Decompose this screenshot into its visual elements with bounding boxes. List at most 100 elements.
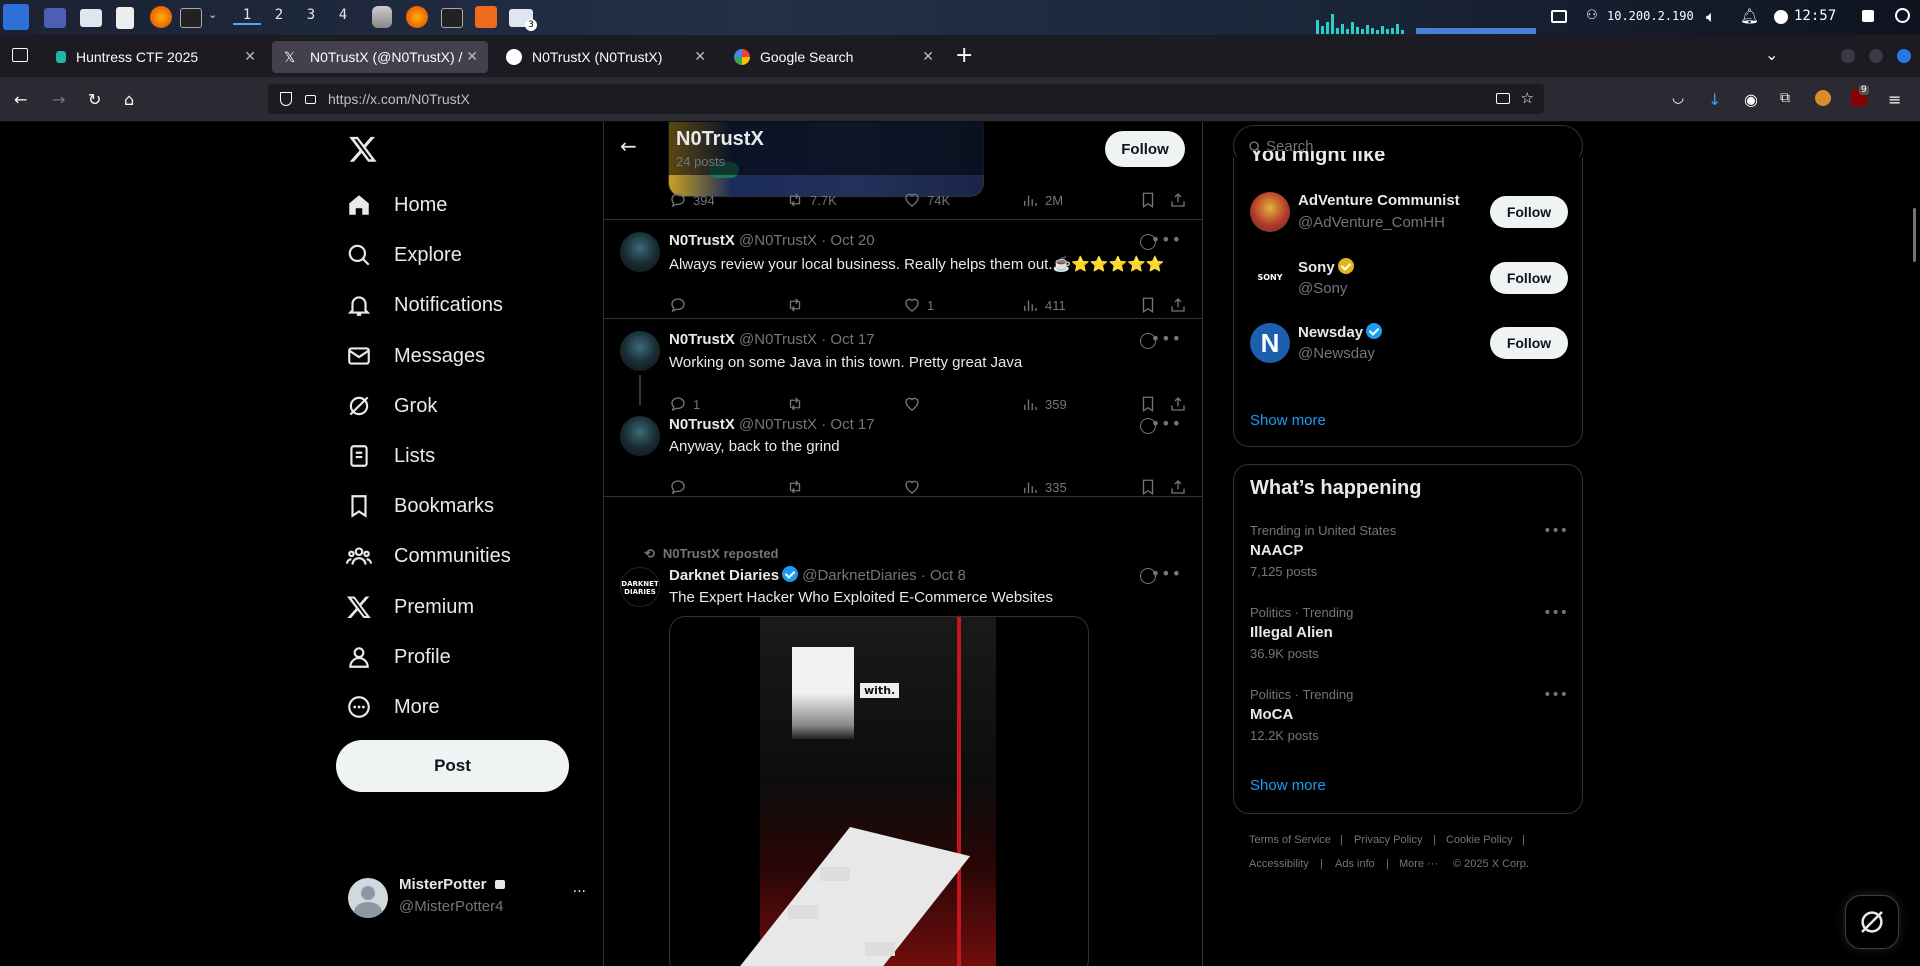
follow-button[interactable]: Follow bbox=[1490, 196, 1568, 228]
account-icon[interactable]: ◉ bbox=[1744, 90, 1758, 109]
views-button[interactable]: 411 bbox=[1021, 296, 1066, 314]
volume-icon[interactable]: 🔈︎ bbox=[1706, 7, 1716, 27]
star-icon[interactable]: ☆ bbox=[1521, 89, 1534, 107]
follow-suggestion[interactable]: SONY Sony @Sony Follow bbox=[1234, 250, 1584, 310]
post-button[interactable]: Post bbox=[336, 740, 569, 792]
footer-privacy[interactable]: Privacy Policy bbox=[1354, 834, 1422, 846]
footer-accessibility[interactable]: Accessibility bbox=[1249, 858, 1309, 870]
like-button[interactable] bbox=[903, 478, 927, 496]
footer-more[interactable]: More ··· bbox=[1399, 858, 1438, 870]
reply-button[interactable]: 1 bbox=[669, 395, 700, 413]
power-icon[interactable] bbox=[1895, 8, 1910, 23]
desktop-icon[interactable] bbox=[44, 8, 66, 28]
grok-fab[interactable] bbox=[1845, 895, 1899, 949]
follow-suggestion[interactable]: N Newsday @Newsday Follow bbox=[1234, 315, 1584, 375]
tab-overflow-chevron-icon[interactable]: ⌄ bbox=[1765, 45, 1778, 64]
account-menu-icon[interactable]: ··· bbox=[573, 884, 586, 900]
reply-button[interactable]: 394 bbox=[669, 191, 715, 209]
nav-bookmarks[interactable]: Bookmarks bbox=[346, 486, 494, 526]
media-image[interactable]: with. bbox=[669, 616, 1089, 966]
url-bar[interactable]: https://x.com/N0TrustX ☆ bbox=[268, 84, 1544, 114]
account-switcher[interactable]: MisterPotter @MisterPotter4 ··· bbox=[336, 874, 586, 922]
follow-button[interactable]: Follow bbox=[1105, 131, 1185, 167]
tweet[interactable]: N0TrustX @N0TrustX · Oct 17 ••• Working … bbox=[604, 319, 1202, 413]
close-tab-icon[interactable]: ✕ bbox=[694, 48, 706, 65]
nav-communities[interactable]: Communities bbox=[346, 536, 511, 576]
database-icon[interactable] bbox=[372, 6, 392, 28]
reply-button[interactable] bbox=[669, 478, 693, 496]
firefox-window-icon[interactable] bbox=[406, 6, 428, 28]
share-button[interactable] bbox=[1169, 478, 1193, 496]
reply-button[interactable] bbox=[669, 296, 693, 314]
views-button[interactable]: 359 bbox=[1021, 395, 1067, 413]
like-button[interactable]: 74K bbox=[903, 191, 950, 209]
new-tab-icon[interactable]: + bbox=[955, 43, 973, 68]
share-button[interactable] bbox=[1169, 191, 1193, 209]
trend-more-icon[interactable]: ••• bbox=[1543, 687, 1568, 703]
minimize-icon[interactable] bbox=[1841, 49, 1855, 63]
share-button[interactable] bbox=[1169, 296, 1193, 314]
editor-icon[interactable] bbox=[116, 7, 134, 29]
lock-icon[interactable] bbox=[1862, 10, 1874, 22]
tab-github[interactable]: N0TrustX (N0TrustX) ✕ bbox=[494, 41, 716, 73]
tab-google[interactable]: Google Search ✕ bbox=[722, 41, 944, 73]
scrollbar-thumb[interactable] bbox=[1913, 208, 1916, 262]
tweet-date[interactable]: · Oct 20 bbox=[821, 232, 874, 249]
repost-button[interactable] bbox=[786, 395, 810, 413]
back-icon[interactable]: ← bbox=[14, 90, 27, 109]
darknet-avatar[interactable]: DARKNET DIARIES bbox=[620, 567, 660, 607]
avatar[interactable] bbox=[620, 331, 660, 371]
footer-ads[interactable]: Ads info bbox=[1335, 858, 1375, 870]
close-tab-icon[interactable]: ✕ bbox=[466, 48, 478, 65]
footer-cookie[interactable]: Cookie Policy bbox=[1446, 834, 1513, 846]
follow-button[interactable]: Follow bbox=[1490, 327, 1568, 359]
tweet[interactable]: N0TrustX @N0TrustX · Oct 17 ••• Anyway, … bbox=[604, 414, 1202, 497]
workspace-1[interactable]: 1 bbox=[233, 7, 261, 25]
follow-button[interactable]: Follow bbox=[1490, 262, 1568, 294]
network-icon[interactable]: ⚇ bbox=[1586, 8, 1600, 24]
repost-tweet[interactable]: ⟲ N0TrustX reposted DARKNET DIARIES Darkn… bbox=[604, 538, 1202, 966]
terminal-icon[interactable] bbox=[180, 8, 202, 28]
extensions-icon[interactable]: ⧉ bbox=[1780, 90, 1790, 106]
tab-list-icon[interactable] bbox=[12, 48, 28, 62]
maximize-icon[interactable] bbox=[1869, 49, 1883, 63]
author-handle[interactable]: @N0TrustX bbox=[739, 232, 817, 249]
bookmark-button[interactable] bbox=[1139, 296, 1163, 314]
follow-suggestion[interactable]: AdVenture Communist @AdVenture_ComHH Fol… bbox=[1234, 184, 1584, 244]
back-arrow-icon[interactable]: ← bbox=[620, 134, 637, 158]
show-more-link[interactable]: Show more bbox=[1250, 777, 1326, 794]
author-name[interactable]: N0TrustX bbox=[669, 416, 735, 433]
download-icon[interactable]: ↓ bbox=[1708, 90, 1721, 109]
close-tab-icon[interactable]: ✕ bbox=[244, 48, 256, 65]
close-tab-icon[interactable]: ✕ bbox=[922, 48, 934, 65]
trend-item[interactable]: Politics · Trending Illegal Alien 36.9K … bbox=[1234, 605, 1584, 681]
workspace-3[interactable]: 3 bbox=[297, 7, 325, 23]
bookmark-button[interactable] bbox=[1139, 191, 1163, 209]
home-icon[interactable]: ⌂ bbox=[124, 90, 134, 109]
close-window-icon[interactable] bbox=[1897, 49, 1911, 63]
shield-icon[interactable] bbox=[280, 92, 292, 106]
more-icon[interactable]: ••• bbox=[1151, 329, 1182, 348]
forward-icon[interactable]: → bbox=[52, 90, 65, 109]
app-menu-icon[interactable] bbox=[3, 4, 29, 30]
menu-icon[interactable]: ≡ bbox=[1888, 90, 1901, 109]
nav-grok[interactable]: Grok bbox=[346, 386, 437, 426]
tweet-date[interactable]: · Oct 8 bbox=[921, 567, 966, 584]
author-name[interactable]: Darknet Diaries bbox=[669, 567, 779, 584]
more-icon[interactable]: ••• bbox=[1151, 564, 1182, 583]
avatar[interactable] bbox=[620, 232, 660, 272]
padlock-icon[interactable] bbox=[305, 95, 316, 104]
nav-messages[interactable]: Messages bbox=[346, 336, 485, 376]
author-name[interactable]: N0TrustX bbox=[669, 232, 735, 249]
repost-button[interactable]: 7.7K bbox=[786, 191, 837, 209]
author-handle[interactable]: @N0TrustX bbox=[739, 416, 817, 433]
nav-explore[interactable]: Explore bbox=[346, 235, 462, 275]
trend-item[interactable]: Trending in United States NAACP 7,125 po… bbox=[1234, 523, 1584, 599]
workspace-2[interactable]: 2 bbox=[265, 7, 293, 23]
more-icon[interactable]: ••• bbox=[1151, 414, 1182, 433]
tweet-partial[interactable]: 394 7.7K 74K 2M bbox=[604, 175, 1202, 220]
author-handle[interactable]: @DarknetDiaries bbox=[802, 567, 916, 584]
tweet[interactable]: N0TrustX @N0TrustX · Oct 20 ••• Always r… bbox=[604, 220, 1202, 319]
footer-terms[interactable]: Terms of Service bbox=[1249, 834, 1331, 846]
x-logo-icon[interactable] bbox=[348, 134, 378, 164]
